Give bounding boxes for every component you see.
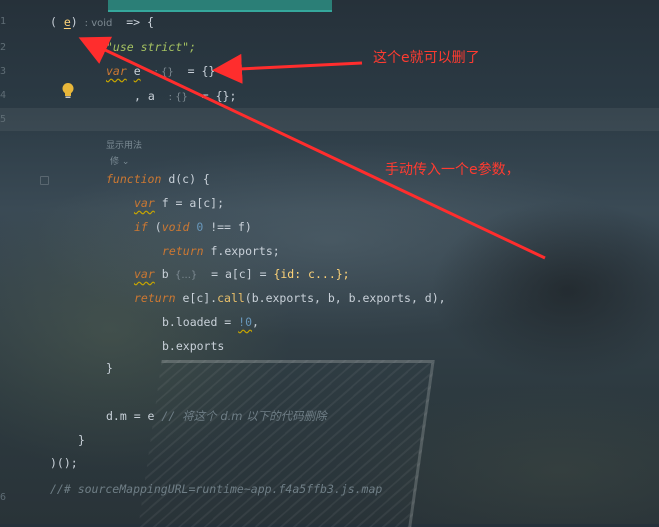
arrow-to-param-e [78,36,546,260]
annotation-arrows [78,36,546,260]
annotation-delete-e: 这个e就可以删了 [373,50,480,66]
annotation-pass-e: 手动传入一个e参数， [385,162,520,178]
arrow-to-var-e [212,53,363,84]
